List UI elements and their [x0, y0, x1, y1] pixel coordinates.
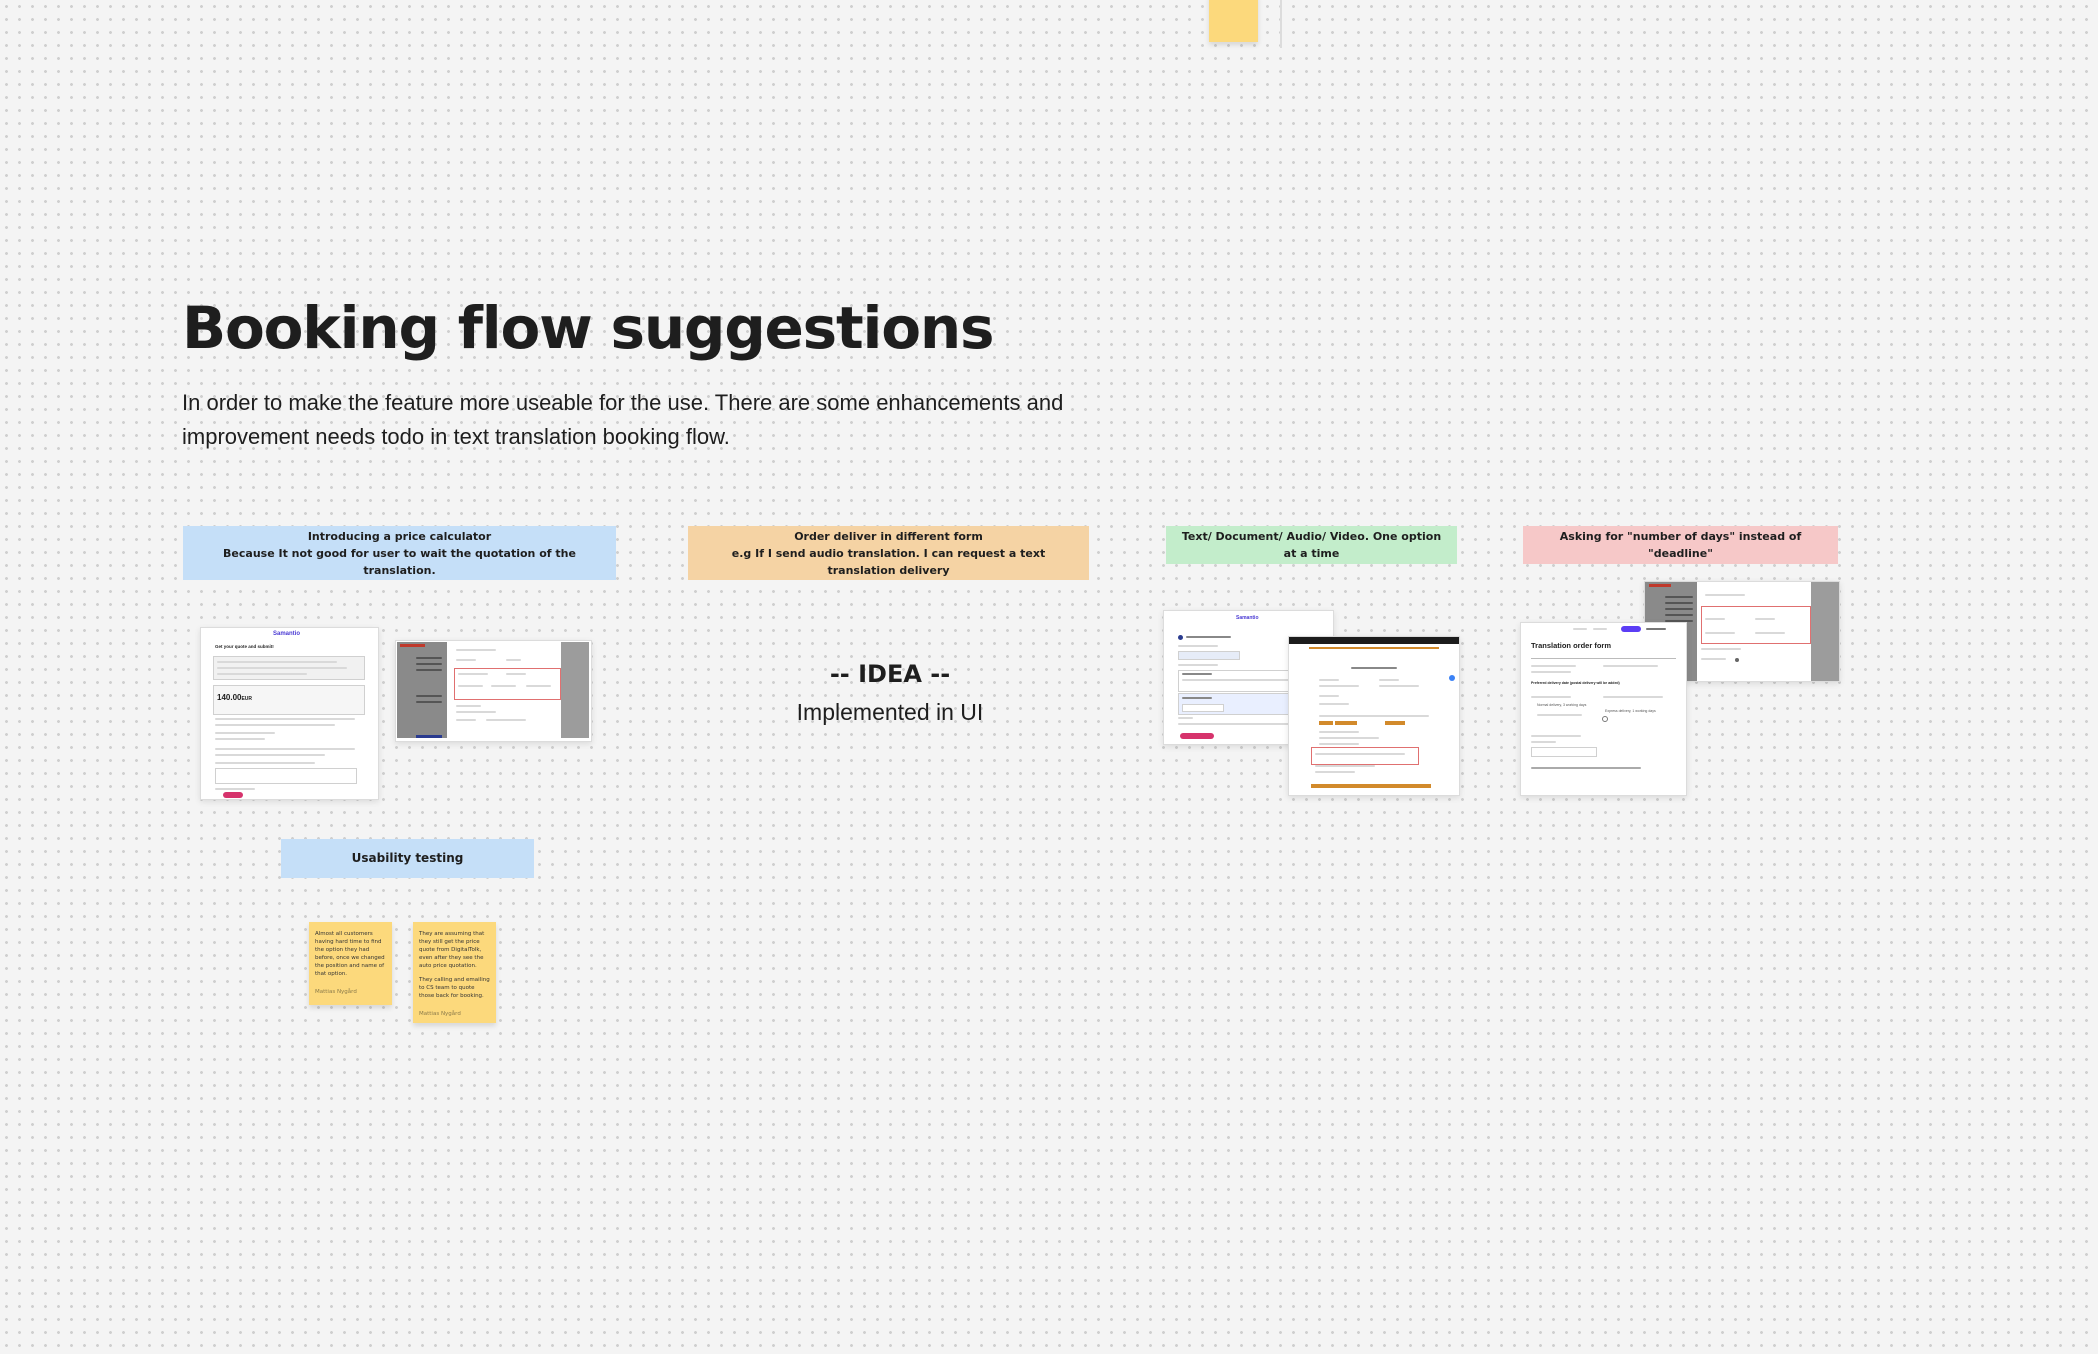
sticky-note-top[interactable]	[1209, 0, 1258, 42]
section-subtitle: Because It not good for user to wait the…	[223, 546, 576, 577]
delivery-label: Preferred delivery date (postal delivery…	[1531, 681, 1620, 685]
section-title: Asking for "number of days" instead of "…	[1559, 530, 1802, 560]
section-one-option[interactable]: Text/ Document/ Audio/ Video. One option…	[1166, 526, 1457, 564]
screenshot-price-calculator[interactable]: Samantio Get your quote and submit! 140.…	[200, 627, 379, 800]
frame-edge-line	[1280, 0, 1282, 48]
section-price-calculator[interactable]: Introducing a price calculator Because I…	[183, 526, 616, 580]
continue-button[interactable]	[1180, 733, 1214, 739]
radio-icon[interactable]	[1602, 716, 1608, 722]
section-title: Order deliver in different form	[794, 529, 983, 543]
brand-logo: Samantio	[273, 631, 301, 637]
sticky-note-author: Mattias Nygård	[315, 989, 357, 995]
section-delivery-form[interactable]: Order deliver in different form e.g If I…	[688, 526, 1089, 580]
sticky-note-author: Mattias Nygård	[419, 1011, 461, 1017]
screenshot-booking-form[interactable]	[395, 640, 592, 742]
sticky-note[interactable]: Almost all customers having hard time to…	[309, 922, 392, 1005]
sticky-note-text: They are assuming that they still get th…	[419, 931, 485, 969]
price-value: 140.00EUR	[217, 693, 253, 702]
screenshot-delivery-options[interactable]	[1288, 636, 1460, 796]
form-title: Translation order form	[1531, 641, 1612, 650]
section-usability-testing[interactable]: Usability testing	[281, 839, 534, 878]
idea-subtitle: Implemented in UI	[796, 699, 984, 725]
section-subtitle: e.g If I send audio translation. I can r…	[731, 546, 1046, 577]
sticky-note[interactable]: They are assuming that they still get th…	[413, 922, 496, 1023]
page-description: In order to make the feature more useabl…	[182, 390, 1064, 449]
idea-title: -- IDEA --	[829, 660, 951, 688]
section-title: Introducing a price calculator	[307, 529, 492, 543]
section-number-of-days[interactable]: Asking for "number of days" instead of "…	[1523, 526, 1838, 564]
submit-button[interactable]	[223, 792, 243, 798]
normal-delivery-option[interactable]: Normal delivery, 3 working days	[1537, 703, 1586, 707]
sticky-note-text: Almost all customers having hard time to…	[315, 931, 385, 977]
section-title: Usability testing	[351, 851, 464, 865]
screenshot-translation-order-form[interactable]: Translation order form Preferred deliver…	[1520, 622, 1687, 796]
page-title: Booking flow suggestions	[182, 294, 994, 362]
express-delivery-option[interactable]: Express delivery, 1 working days	[1605, 709, 1656, 713]
brand-logo: Samantio	[1236, 615, 1259, 621]
quote-heading: Get your quote and submit!	[215, 644, 274, 649]
sticky-note-text: They calling and emailing to CS team to …	[419, 977, 490, 999]
section-title: Text/ Document/ Audio/ Video. One option…	[1181, 530, 1442, 560]
